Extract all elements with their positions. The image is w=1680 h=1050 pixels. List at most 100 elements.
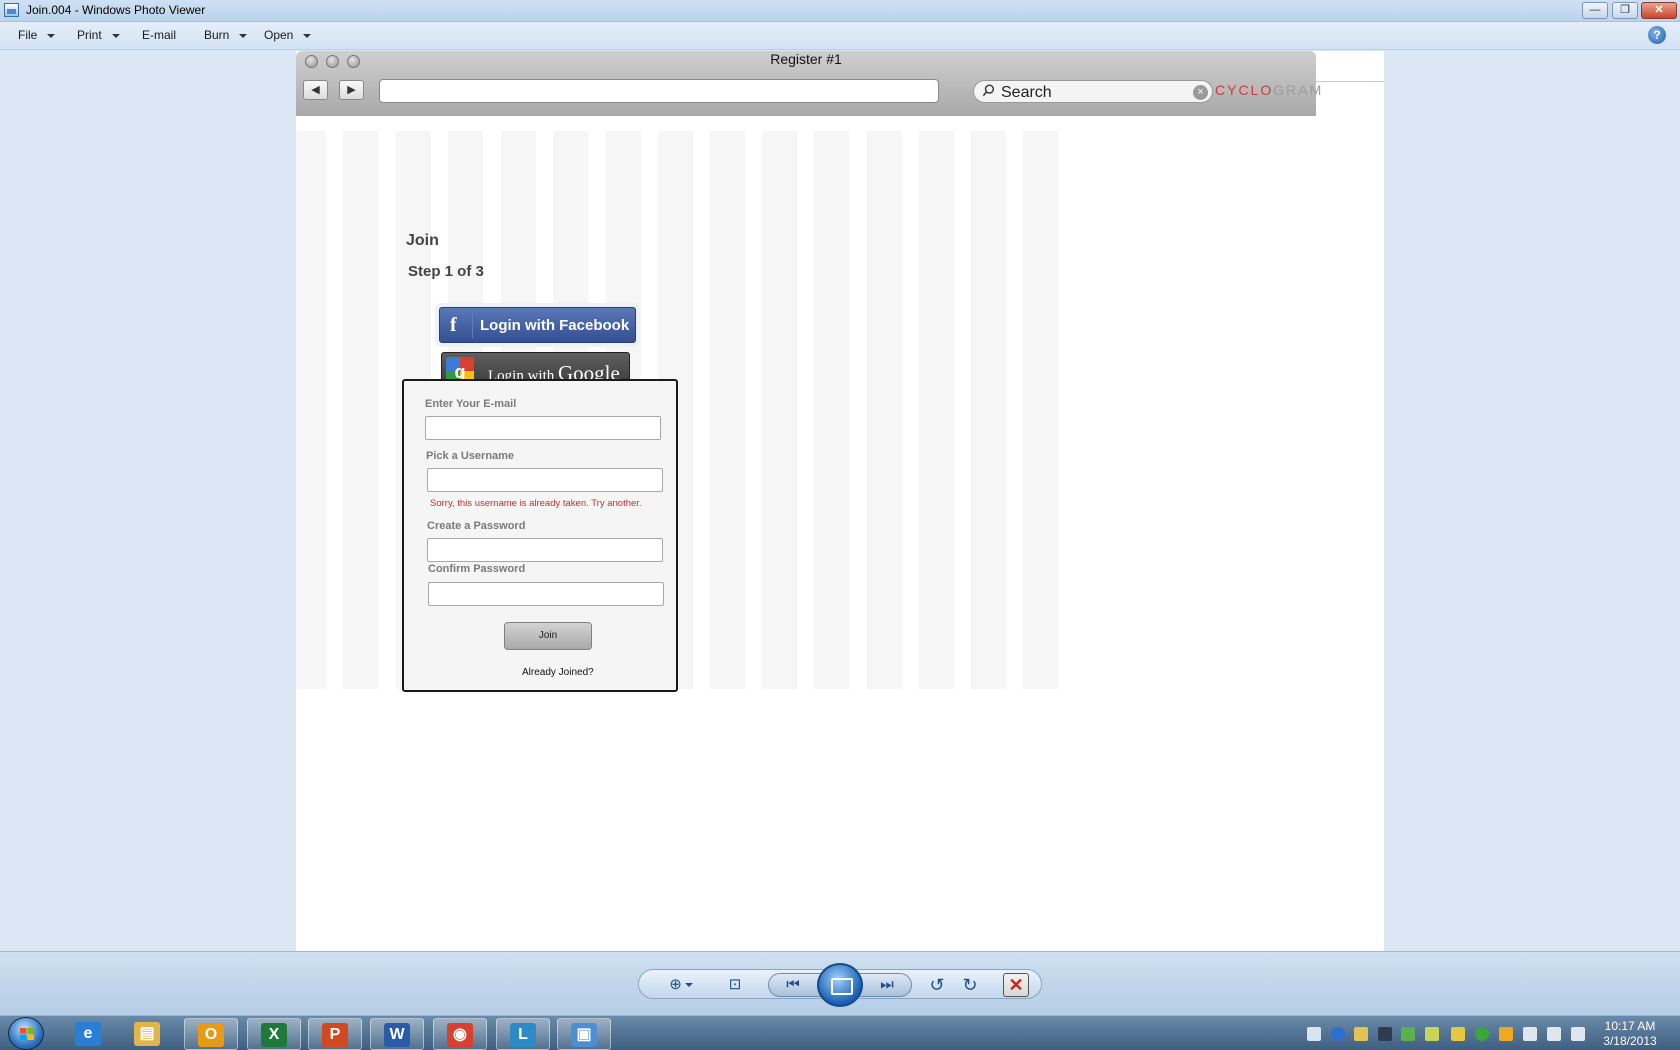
window-title: Join.004 - Windows Photo Viewer	[26, 3, 206, 17]
taskbar-chrome-button[interactable]: ◉	[433, 1018, 487, 1050]
network-icon[interactable]	[1523, 1027, 1537, 1041]
confirm-password-label: Confirm Password	[428, 563, 526, 575]
username-label: Pick a Username	[426, 450, 515, 462]
grid-column	[919, 131, 954, 689]
chevron-down-icon	[239, 33, 248, 38]
grid-column	[343, 131, 378, 689]
bluetooth-icon[interactable]	[1331, 1027, 1345, 1041]
facebook-icon: f	[450, 314, 457, 336]
search-icon	[982, 84, 995, 97]
grid-column	[814, 131, 849, 689]
rotate-clockwise-icon[interactable]: ↻	[957, 974, 983, 996]
chevron-down-icon	[47, 33, 56, 38]
tray-app-icon[interactable]	[1425, 1027, 1439, 1041]
menu-print-label: Print	[77, 28, 102, 42]
grid-column	[971, 131, 1006, 689]
sync-icon[interactable]	[1475, 1027, 1489, 1041]
taskbar-windows-explorer-button[interactable]: ▤	[121, 1018, 175, 1050]
clock-date: 3/18/2013	[1603, 1034, 1657, 1048]
taskbar-powerpoint-button[interactable]: P	[308, 1018, 362, 1050]
previous-icon[interactable]: ⏮	[779, 974, 807, 996]
taskbar-excel-button[interactable]: X	[247, 1018, 301, 1050]
mockup-url-bar	[379, 79, 939, 103]
start-button[interactable]	[8, 1017, 44, 1050]
excel-icon: X	[261, 1023, 287, 1047]
lock-icon[interactable]	[1354, 1027, 1368, 1041]
menu-burn[interactable]: Burn	[204, 28, 248, 42]
menu-print[interactable]: Print	[77, 28, 120, 42]
outlook-tray-icon[interactable]	[1499, 1027, 1513, 1041]
volume-icon[interactable]	[1547, 1027, 1561, 1041]
join-button[interactable]: Join	[504, 622, 592, 650]
system-clock[interactable]: 10:17 AM 3/18/2013	[1590, 1019, 1670, 1049]
button-divider	[472, 312, 473, 338]
menu-file[interactable]: File	[18, 28, 56, 42]
action-center-icon[interactable]	[1307, 1027, 1321, 1041]
cyclogram-logo: CYCLOGRAM	[1215, 82, 1323, 98]
taskbar-outlook-button[interactable]: O	[184, 1018, 238, 1050]
photo-viewer-app-icon	[4, 3, 19, 17]
actual-size-icon[interactable]: ⊡	[722, 974, 748, 996]
mockup-browser-chrome: Register #1 ◀ ▶ Search × CYCLOGRAM	[296, 51, 1321, 116]
email-field[interactable]	[425, 416, 661, 440]
login-with-facebook-button[interactable]: f Login with Facebook	[439, 307, 636, 343]
windows-explorer-icon: ▤	[134, 1022, 160, 1046]
chevron-down-icon	[684, 983, 693, 988]
username-field[interactable]	[427, 468, 663, 492]
already-joined-link[interactable]: Already Joined?	[522, 667, 594, 678]
delete-icon[interactable]: ✕	[1003, 973, 1029, 997]
menu-open[interactable]: Open	[264, 28, 312, 42]
menu-file-label: File	[18, 28, 38, 42]
tray-shield-icon[interactable]	[1451, 1027, 1465, 1041]
slideshow-button[interactable]	[817, 963, 863, 1007]
next-icon[interactable]: ⏭	[873, 974, 901, 996]
grid-column	[1023, 131, 1058, 689]
grid-column	[867, 131, 902, 689]
facebook-button-label: Login with Facebook	[480, 317, 630, 334]
menu-bar: File Print E-mail Burn Open ?	[0, 22, 1680, 50]
confirm-password-field[interactable]	[428, 582, 664, 606]
logo-suffix: GRAM	[1273, 82, 1324, 98]
zoom-icon[interactable]: ⊕	[664, 974, 698, 996]
internet-explorer-icon: e	[75, 1022, 101, 1046]
photo-viewer-icon: ▣	[571, 1023, 597, 1047]
minimize-button[interactable]: —	[1582, 2, 1608, 19]
rotate-counterclockwise-icon[interactable]: ↺	[924, 974, 950, 996]
menu-burn-label: Burn	[204, 28, 230, 42]
word-icon: W	[384, 1023, 410, 1047]
taskbar-lync-button[interactable]: L	[496, 1018, 550, 1050]
menu-email[interactable]: E-mail	[142, 28, 176, 42]
grid-column	[762, 131, 797, 689]
join-heading: Join	[406, 232, 439, 249]
image-canvas: Register #1 ◀ ▶ Search × CYCLOGRAM Join …	[296, 51, 1384, 951]
monitor-icon[interactable]	[1378, 1027, 1392, 1041]
password-field[interactable]	[427, 538, 663, 562]
restore-button[interactable]: ❐	[1612, 2, 1638, 19]
close-button[interactable]: ✕	[1641, 2, 1677, 19]
taskbar-word-button[interactable]: W	[370, 1018, 424, 1050]
step-indicator: Step 1 of 3	[408, 263, 484, 280]
power-icon[interactable]	[1571, 1027, 1585, 1041]
taskbar-photo-viewer-button[interactable]: ▣	[557, 1018, 611, 1050]
window-title-bar: Join.004 - Windows Photo Viewer — ❐ ✕	[0, 0, 1680, 22]
taskbar-internet-explorer-button[interactable]: e	[62, 1018, 116, 1050]
taskbar: e ▤ O X P W ◉ L ▣ 10:17 AM 3/18/2013	[0, 1015, 1680, 1050]
chevron-down-icon	[111, 33, 120, 38]
username-error-message: Sorry, this username is already taken. T…	[430, 498, 642, 509]
clock-time: 10:17 AM	[1604, 1019, 1656, 1033]
help-icon[interactable]: ?	[1648, 26, 1666, 44]
password-label: Create a Password	[427, 520, 526, 532]
security-icon[interactable]	[1401, 1027, 1415, 1041]
menu-email-label: E-mail	[142, 28, 177, 42]
grid-column	[710, 131, 745, 689]
zoom-glyph: ⊕	[669, 976, 682, 993]
logo-prefix: CYCL	[1215, 82, 1261, 98]
chrome-icon: ◉	[447, 1023, 473, 1047]
registration-form: Enter Your E-mail Pick a Username Sorry,…	[402, 379, 678, 692]
outlook-icon: O	[198, 1023, 224, 1047]
windows-logo-icon	[20, 1028, 34, 1040]
powerpoint-icon: P	[322, 1023, 348, 1047]
mockup-window-title: Register #1	[770, 51, 842, 67]
email-label: Enter Your E-mail	[425, 398, 517, 410]
menu-open-label: Open	[264, 28, 294, 42]
